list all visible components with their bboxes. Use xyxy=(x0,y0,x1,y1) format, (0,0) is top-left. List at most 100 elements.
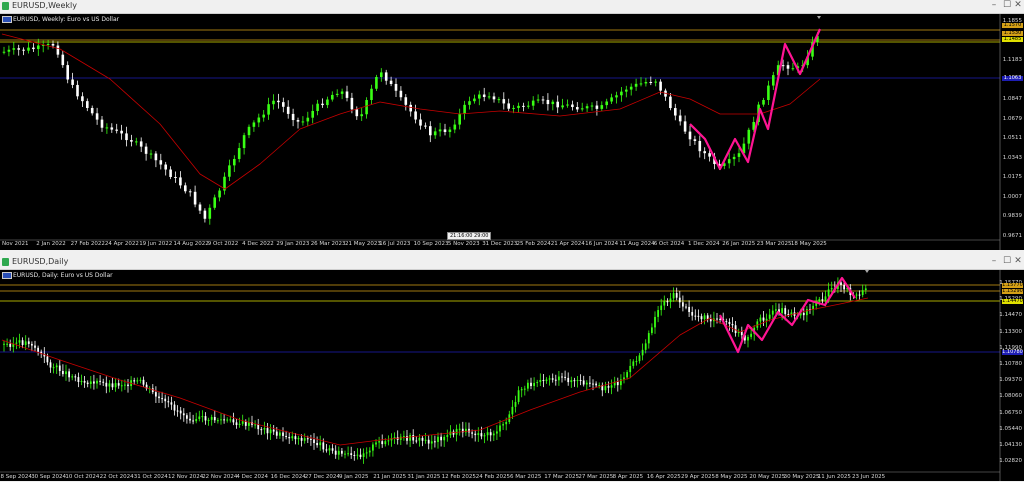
weekly-window-titlebar[interactable]: EURUSD,Weekly – ☐ ✕ xyxy=(0,0,1024,14)
candle-body xyxy=(306,117,310,122)
close-button[interactable]: ✕ xyxy=(1012,0,1024,10)
candle-body xyxy=(511,406,514,415)
candle-body xyxy=(223,419,225,421)
candle-body xyxy=(545,379,548,381)
candle-body xyxy=(365,452,368,454)
candle-body xyxy=(262,114,265,118)
candle-body xyxy=(198,416,201,419)
time-tick-label: 23 Mar 2025 xyxy=(756,241,792,247)
candle-body xyxy=(719,318,721,320)
candle-body xyxy=(56,45,60,55)
price-tick-label: 1.0511 xyxy=(1002,135,1022,141)
close-button[interactable]: ✕ xyxy=(1012,256,1024,266)
candle-body xyxy=(22,49,25,51)
candle-body xyxy=(625,89,628,92)
candle-body xyxy=(523,388,526,390)
candle-body xyxy=(455,428,458,435)
chart-shift-marker-icon[interactable] xyxy=(817,16,821,19)
time-tick-label: 16 Jun 2024 xyxy=(585,241,619,247)
candle-body xyxy=(657,310,659,317)
candle-body xyxy=(750,333,752,337)
candle-body xyxy=(229,419,232,421)
candle-body xyxy=(213,197,216,208)
candle-body xyxy=(279,432,281,436)
candle-body xyxy=(15,342,18,344)
candle-body xyxy=(740,331,743,336)
candle-body xyxy=(582,380,585,385)
candle-body xyxy=(95,113,99,120)
candle-body xyxy=(359,454,362,457)
minimize-button[interactable]: – xyxy=(988,256,1000,266)
candle-body xyxy=(335,93,339,95)
candle-body xyxy=(242,135,246,149)
candle-body xyxy=(65,371,67,375)
candle-body xyxy=(786,65,790,69)
candle-body xyxy=(688,306,690,313)
chart-window-icon xyxy=(2,258,9,266)
candle-body xyxy=(102,381,105,383)
candle-body xyxy=(589,382,591,384)
candle-body xyxy=(326,99,329,106)
time-tick-label: 17 Mar 2025 xyxy=(544,474,580,480)
candle-body xyxy=(291,113,295,121)
candle-body xyxy=(362,453,365,457)
candle-body xyxy=(703,151,706,154)
candle-body xyxy=(117,383,120,386)
candle-body xyxy=(443,436,446,441)
candle-body xyxy=(674,108,677,116)
daily-chart-canvas[interactable] xyxy=(0,270,1024,481)
daily-window-titlebar[interactable]: EURUSD,Daily – ☐ ✕ xyxy=(0,256,1024,270)
candle-body xyxy=(114,383,117,388)
chart-window-icon xyxy=(2,2,9,10)
candle-body xyxy=(135,141,138,143)
candle-body xyxy=(49,362,52,368)
time-tick-label: 26 Mar 2023 xyxy=(310,241,346,247)
candle-body xyxy=(600,105,604,109)
candle-body xyxy=(546,99,550,105)
candle-body xyxy=(267,104,270,115)
candle-body xyxy=(37,347,39,352)
candle-body xyxy=(169,169,172,177)
candle-body xyxy=(784,308,787,315)
candle-body xyxy=(297,437,300,440)
candle-body xyxy=(864,288,867,291)
weekly-chart-canvas[interactable] xyxy=(0,14,1024,250)
candle-body xyxy=(496,431,498,434)
candle-body xyxy=(486,432,489,436)
candle-body xyxy=(71,376,74,378)
price-level-tag: 1.14470 xyxy=(1002,298,1023,304)
candle-body xyxy=(570,380,573,383)
candle-body xyxy=(58,365,61,371)
weekly-price-axis[interactable]: 1.18551.13501.11831.10151.08471.06791.05… xyxy=(1000,14,1024,240)
candle-body xyxy=(285,435,287,438)
candle-body xyxy=(412,435,415,441)
candle-body xyxy=(111,383,114,388)
minimize-button[interactable]: – xyxy=(988,0,1000,10)
candle-body xyxy=(424,439,427,441)
price-level-tag: 1.1063 xyxy=(1002,75,1023,81)
candle-body xyxy=(446,435,449,437)
price-tick-label: 1.09370 xyxy=(999,377,1022,384)
weekly-time-axis[interactable]: Nov 2021 2 Jan 2022 27 Feb 2022 24 Apr 2022… xyxy=(0,240,1000,249)
candle-body xyxy=(772,75,775,86)
candle-body xyxy=(693,139,697,141)
candle-body xyxy=(590,105,594,107)
candle-body xyxy=(827,289,830,297)
candle-body xyxy=(536,99,540,101)
chart-shift-marker-icon[interactable] xyxy=(865,270,869,273)
candle-body xyxy=(337,450,340,455)
price-level-tag: 1.15290 xyxy=(1002,288,1023,294)
price-tick-label: 1.1183 xyxy=(1002,57,1022,63)
candle-body xyxy=(399,90,403,98)
candle-body xyxy=(672,293,675,299)
candle-body xyxy=(179,177,182,186)
price-tick-label: 1.14470 xyxy=(999,312,1022,319)
candle-body xyxy=(260,429,263,431)
time-tick-label: 8 May 2025 xyxy=(715,474,748,480)
price-tick-label: 0.9671 xyxy=(1002,232,1022,239)
candle-body xyxy=(694,315,697,317)
candle-body xyxy=(700,316,703,320)
candle-body xyxy=(55,365,58,368)
candle-body xyxy=(46,43,50,45)
candle-body xyxy=(220,419,222,421)
